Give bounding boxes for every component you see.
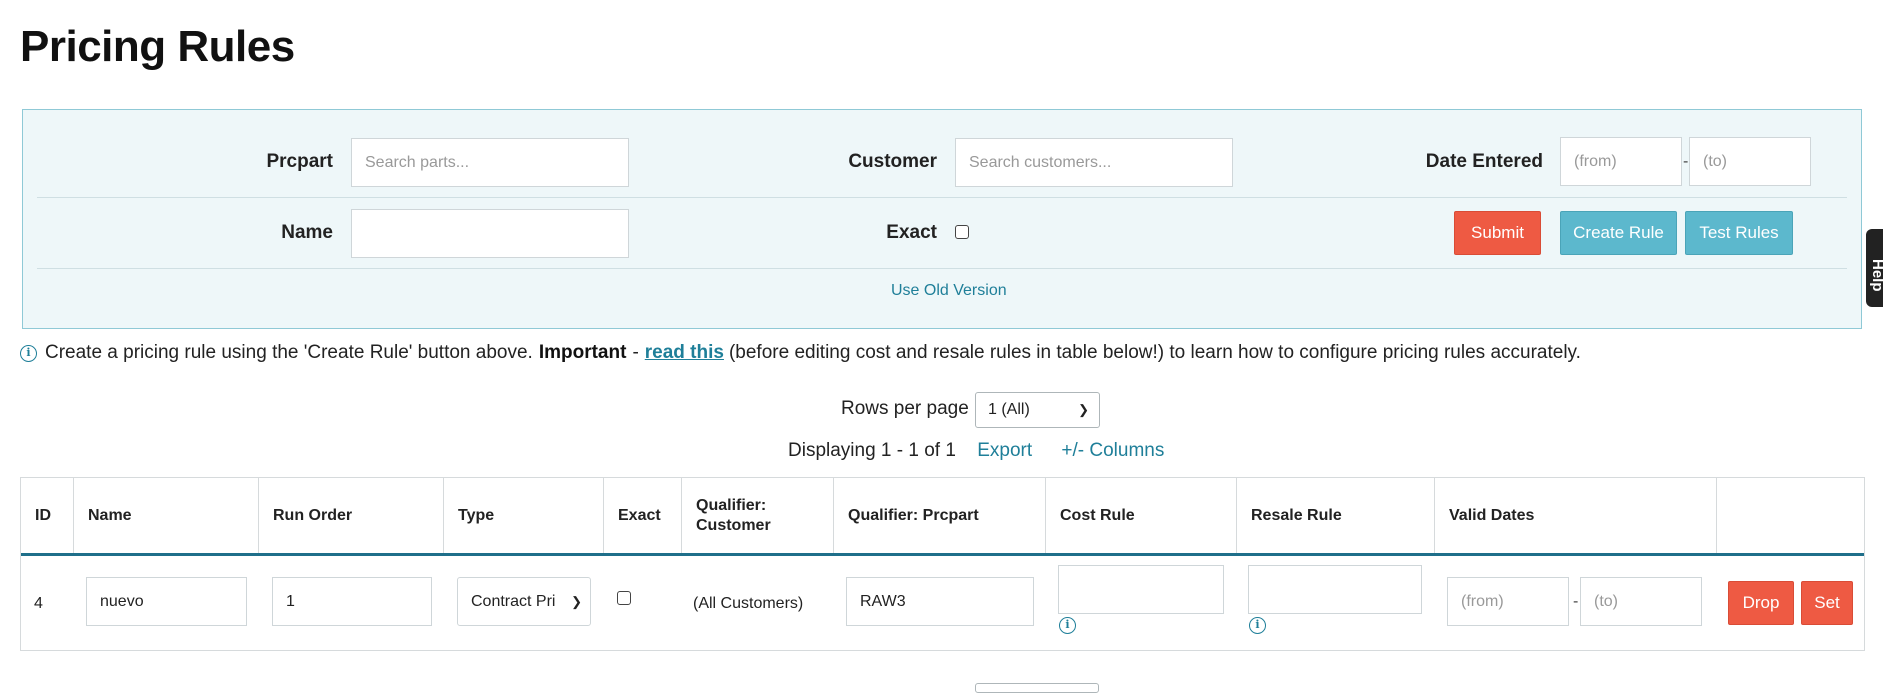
col-header-exact: Exact xyxy=(604,478,682,553)
info-dash: - xyxy=(632,342,639,363)
row-run-order-input[interactable]: 1 xyxy=(272,577,432,626)
col-header-actions xyxy=(1717,478,1866,553)
valid-date-separator: - xyxy=(1573,593,1579,610)
pagination-summary: Displaying 1 - 1 of 1 Export +/- Columns xyxy=(788,440,1164,462)
help-tab[interactable]: Help xyxy=(1866,229,1883,307)
info-important: Important xyxy=(538,342,627,363)
info-text-after: (before editing cost and resale rules in… xyxy=(728,342,1581,363)
name-input[interactable] xyxy=(351,209,629,258)
row-exact-checkbox[interactable] xyxy=(617,591,631,605)
read-this-link[interactable]: read this xyxy=(645,342,724,364)
row-name-input[interactable]: nuevo xyxy=(86,577,247,626)
rows-per-page-value: 1 (All) xyxy=(988,401,1030,418)
prcpart-label: Prcpart xyxy=(266,151,333,172)
col-header-qualifier-customer: Qualifier: Customer xyxy=(682,478,834,553)
col-header-qualifier-prcpart: Qualifier: Prcpart xyxy=(834,478,1046,553)
name-label: Name xyxy=(281,222,333,243)
date-separator: - xyxy=(1683,153,1689,170)
row-valid-to-input[interactable]: (to) xyxy=(1580,577,1702,626)
page-title: Pricing Rules xyxy=(20,22,295,71)
export-link[interactable]: Export xyxy=(977,440,1032,461)
row-cost-rule-input[interactable] xyxy=(1058,565,1224,614)
col-header-cost-rule: Cost Rule xyxy=(1046,478,1237,553)
table-header-rule xyxy=(21,553,1864,556)
exact-checkbox[interactable] xyxy=(955,225,969,239)
customer-label: Customer xyxy=(848,151,937,172)
test-rules-button[interactable]: Test Rules xyxy=(1685,211,1793,255)
resale-rule-info-icon[interactable]: i xyxy=(1249,617,1266,634)
col-header-id: ID xyxy=(21,478,74,553)
row-valid-from-input[interactable]: (from) xyxy=(1447,577,1569,626)
col-header-resale-rule: Resale Rule xyxy=(1237,478,1435,553)
rows-per-page-select-bottom[interactable] xyxy=(975,683,1099,693)
date-entered-label: Date Entered xyxy=(1425,151,1543,172)
chevron-down-icon: ❯ xyxy=(571,594,582,609)
cell-qualifier-customer: (All Customers) xyxy=(693,595,804,612)
col-header-valid-dates: Valid Dates xyxy=(1435,478,1717,553)
date-entered-to-input[interactable] xyxy=(1689,137,1811,186)
col-header-type: Type xyxy=(444,478,604,553)
date-entered-from-input[interactable] xyxy=(1560,137,1682,186)
filter-row-divider xyxy=(37,197,1847,198)
exact-label: Exact xyxy=(886,222,937,243)
info-text-before: Create a pricing rule using the 'Create … xyxy=(45,342,533,363)
col-header-run-order: Run Order xyxy=(259,478,444,553)
use-old-version-link[interactable]: Use Old Version xyxy=(891,282,1007,300)
submit-button[interactable]: Submit xyxy=(1454,211,1541,255)
row-resale-rule-input[interactable] xyxy=(1248,565,1422,614)
prcpart-search-input[interactable] xyxy=(351,138,629,187)
rows-per-page-select[interactable]: 1 (All) ❯ xyxy=(975,392,1100,428)
pricing-rules-table: ID Name Run Order Type Exact Qualifier: … xyxy=(20,477,1865,651)
displaying-text: Displaying 1 - 1 of 1 xyxy=(788,440,956,461)
drop-button[interactable]: Drop xyxy=(1728,581,1794,625)
row-prcpart-input[interactable]: RAW3 xyxy=(846,577,1034,626)
cell-id: 4 xyxy=(34,595,43,612)
columns-toggle-link[interactable]: +/- Columns xyxy=(1061,440,1164,461)
rows-per-page-label: Rows per page xyxy=(841,398,969,419)
col-header-name: Name xyxy=(74,478,259,553)
info-circle-icon: i xyxy=(20,344,37,362)
create-rule-button[interactable]: Create Rule xyxy=(1560,211,1677,255)
set-button[interactable]: Set xyxy=(1801,581,1853,625)
row-type-select[interactable]: Contract Pri ❯ xyxy=(457,577,591,626)
help-tab-label: Help xyxy=(1869,259,1883,292)
info-message: i Create a pricing rule using the 'Creat… xyxy=(20,342,1581,364)
customer-search-input[interactable] xyxy=(955,138,1233,187)
row-type-value: Contract Pri xyxy=(471,593,556,610)
chevron-down-icon: ❯ xyxy=(1078,402,1089,417)
filter-panel: Prcpart Customer Date Entered - Name Exa… xyxy=(22,109,1862,329)
filter-row-divider xyxy=(37,268,1847,269)
cost-rule-info-icon[interactable]: i xyxy=(1059,617,1076,634)
